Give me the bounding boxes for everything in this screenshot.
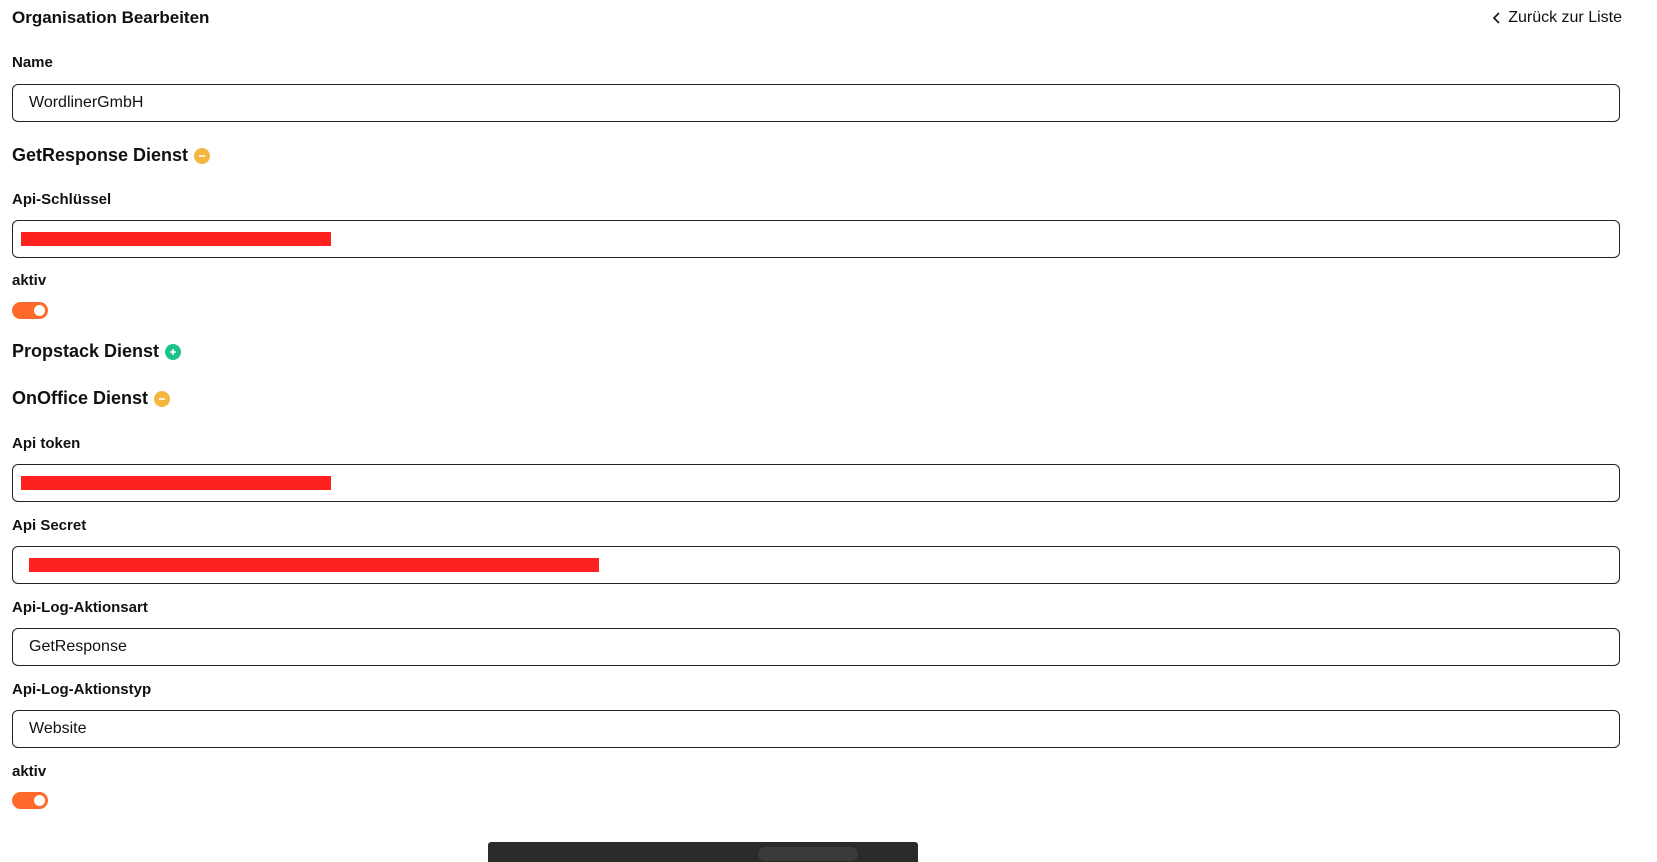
page-title: Organisation Bearbeiten	[12, 8, 210, 27]
back-to-list-link[interactable]: Zurück zur Liste	[1492, 9, 1622, 27]
onoffice-section-label: OnOffice Dienst	[12, 388, 149, 408]
propstack-section-title: Propstack Dienst	[12, 341, 182, 362]
onoffice-active-toggle[interactable]	[12, 792, 48, 809]
redaction-bar	[21, 232, 331, 246]
log-action-kind-input[interactable]	[12, 628, 1620, 666]
getresponse-section-label: GetResponse Dienst	[12, 145, 189, 165]
log-action-type-input[interactable]	[12, 710, 1620, 748]
expand-plus-icon[interactable]	[165, 343, 182, 360]
api-secret-label: Api Secret	[12, 517, 87, 534]
chevron-left-icon	[1493, 12, 1500, 24]
api-token-input[interactable]	[12, 464, 1620, 502]
api-key-label: Api-Schlüssel	[12, 191, 112, 208]
back-to-list-label: Zurück zur Liste	[1508, 9, 1622, 26]
getresponse-section-title: GetResponse Dienst	[12, 145, 211, 166]
name-label: Name	[12, 54, 53, 71]
page-header: Organisation Bearbeiten Zurück zur Liste	[12, 8, 1622, 32]
log-action-type-label: Api-Log-Aktionstyp	[12, 681, 152, 698]
redaction-bar	[21, 476, 331, 490]
toggle-knob	[34, 795, 45, 806]
name-input[interactable]	[12, 84, 1620, 122]
api-token-label: Api token	[12, 435, 81, 452]
toggle-knob	[34, 305, 45, 316]
collapse-minus-icon[interactable]	[194, 147, 211, 164]
onoffice-section-title: OnOffice Dienst	[12, 388, 171, 409]
toolbar-pill[interactable]	[758, 847, 858, 861]
collapse-minus-icon[interactable]	[154, 390, 171, 407]
getresponse-active-toggle[interactable]	[12, 302, 48, 319]
api-secret-input[interactable]	[12, 546, 1620, 584]
log-action-kind-label: Api-Log-Aktionsart	[12, 599, 148, 616]
getresponse-active-label: aktiv	[12, 272, 47, 289]
propstack-section-label: Propstack Dienst	[12, 341, 160, 361]
floating-toolbar	[488, 842, 918, 862]
api-key-input[interactable]	[12, 220, 1620, 258]
onoffice-active-label: aktiv	[12, 763, 47, 780]
redaction-bar	[29, 558, 599, 572]
